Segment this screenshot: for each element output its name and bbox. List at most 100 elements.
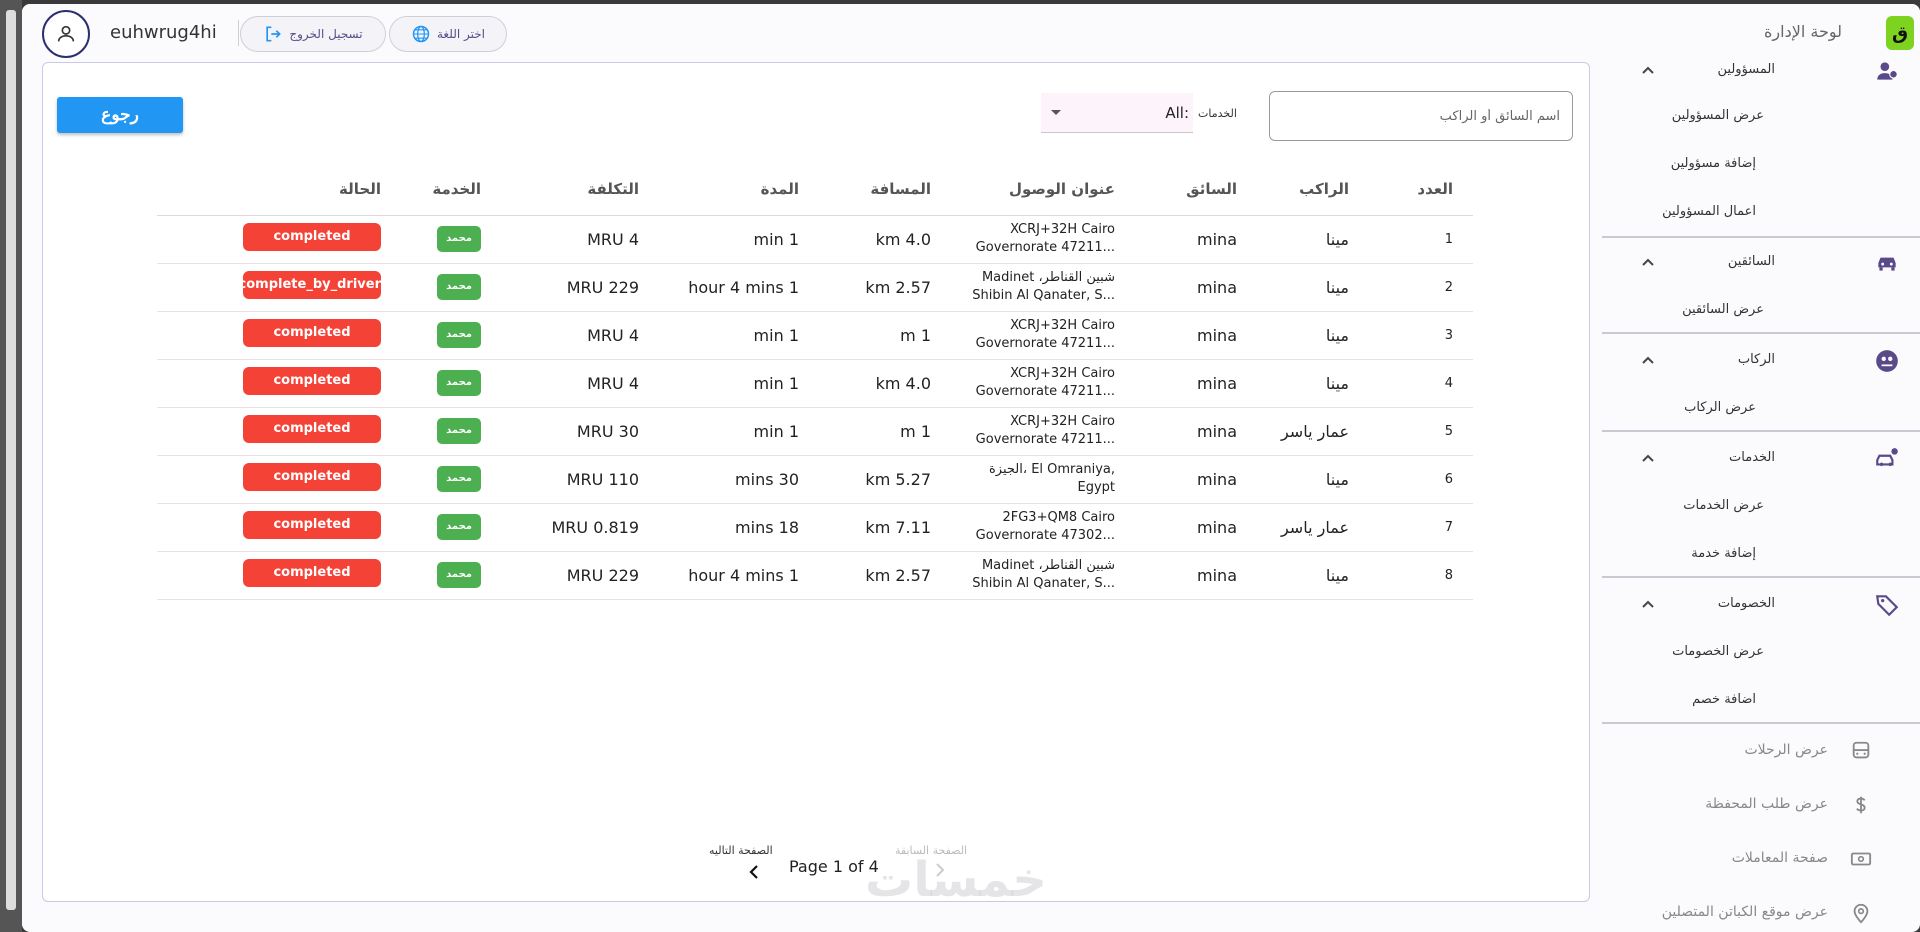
sidebar-item-view-riders[interactable]: عرض الركاب	[1684, 400, 1756, 415]
logout-icon	[266, 26, 282, 42]
sidebar-section-label: الخدمات	[1729, 450, 1775, 465]
globe-icon	[412, 25, 430, 43]
admin-title: لوحة الإدارة	[1764, 22, 1842, 41]
address-line: Shibin Al Qanater, S...	[972, 576, 1115, 591]
topbar-divider	[238, 20, 239, 46]
trips-table: العدد الراكب السائق عنوان الوصول المسافة…	[157, 163, 1473, 600]
address-line: الجيزة، El Omraniya,	[988, 462, 1115, 477]
cell-cost: 4 MRU	[501, 311, 659, 360]
cell-destination: XCRJ+32H Cairo Governorate 47211...	[951, 311, 1135, 360]
table-row[interactable]: 4 مينا mina XCRJ+32H Cairo Governorate 47211…	[157, 359, 1473, 408]
sidebar-section-label: المسؤولين	[1717, 62, 1775, 77]
user-avatar[interactable]	[42, 10, 90, 58]
table-header-row: العدد الراكب السائق عنوان الوصول المسافة…	[157, 163, 1473, 216]
sidebar-item-captain-locations[interactable]: عرض موقع الكباتن المتصلين	[1602, 894, 1920, 932]
cell-index: 8	[1369, 551, 1473, 600]
cell-distance: 4.0 km	[819, 215, 951, 264]
cash-icon	[1850, 852, 1872, 866]
cell-destination: XCRJ+32H Cairo Governorate 47211...	[951, 359, 1135, 408]
table-row[interactable]: 3 مينا mina XCRJ+32H Cairo Governorate 47211…	[157, 311, 1473, 360]
cell-rider: مينا	[1257, 455, 1369, 504]
back-button[interactable]: رجوع	[57, 97, 183, 133]
cell-service: محمد	[401, 455, 501, 504]
address-line: Governorate 47211...	[975, 384, 1115, 399]
address-line: XCRJ+32H Cairo	[1010, 366, 1115, 381]
cell-index: 3	[1369, 311, 1473, 360]
sidebar-item-view-services[interactable]: عرض الخدمات	[1683, 498, 1764, 513]
cell-status: completed	[157, 407, 401, 456]
status-badge: completed	[243, 559, 381, 587]
table-row[interactable]: 5 عمار ياسر mina XCRJ+32H Cairo Governorate …	[157, 407, 1473, 456]
address-line: 2FG3+QM8 Cairo	[1002, 510, 1115, 525]
address-line: Madinet ،شبين القناطر	[981, 558, 1115, 573]
sidebar-item-view-discounts[interactable]: عرض الخصومات	[1672, 644, 1764, 659]
table-row[interactable]: 7 عمار ياسر mina 2FG3+QM8 Cairo Governorate …	[157, 503, 1473, 552]
sidebar-item-add-service[interactable]: إضافة خدمة	[1691, 546, 1756, 561]
next-page-button[interactable]	[743, 861, 765, 883]
status-badge: completed	[243, 511, 381, 539]
sidebar-item-wallet-requests[interactable]: عرض طلب المحفظة	[1602, 786, 1920, 826]
cell-cost: 0.819 MRU	[501, 503, 659, 552]
sidebar-item-label: عرض طلب المحفظة	[1705, 796, 1828, 812]
sidebar-section-admins[interactable]: المسؤولين	[1602, 52, 1920, 92]
address-line: Shibin Al Qanater, S...	[972, 288, 1115, 303]
cell-distance: 2.57 km	[819, 551, 951, 600]
address-line: Madinet ،شبين القناطر	[981, 270, 1115, 285]
dropdown-caret-icon	[1051, 110, 1061, 115]
sidebar-item-add-admin[interactable]: إضافة مسؤولين	[1671, 156, 1756, 171]
chevron-up-icon	[1642, 356, 1654, 364]
sidebar-item-transactions[interactable]: صفحة المعاملات	[1602, 840, 1920, 880]
table-row[interactable]: 1 مينا mina XCRJ+32H Cairo Governorate 47211…	[157, 215, 1473, 264]
services-filter-select[interactable]: All:	[1041, 93, 1193, 133]
cell-duration: 18 mins	[659, 503, 819, 552]
chevron-up-icon	[1642, 600, 1654, 608]
sidebar-section-label: الخصومات	[1717, 596, 1775, 611]
sidebar-item-admin-actions[interactable]: اعمال المسؤولين	[1662, 204, 1756, 219]
service-chip: محمد	[437, 322, 481, 348]
cell-duration: 1 min	[659, 215, 819, 264]
cell-cost: 30 MRU	[501, 407, 659, 456]
header-service: الخدمة	[401, 163, 501, 216]
sidebar-item-view-admins[interactable]: عرض المسؤولين	[1672, 108, 1764, 123]
search-field[interactable]	[1269, 91, 1573, 141]
cell-service: محمد	[401, 407, 501, 456]
sidebar-item-view-drivers[interactable]: عرض السائقين	[1682, 302, 1764, 317]
chevron-up-icon	[1642, 454, 1654, 462]
sidebar-item-add-discount[interactable]: اضافة خصم	[1692, 692, 1756, 707]
language-button[interactable]: اختر اللغة	[389, 16, 507, 52]
language-label: اختر اللغة	[437, 27, 485, 41]
logout-button[interactable]: تسجيل الخروج	[240, 16, 386, 52]
sidebar-section-riders[interactable]: الركاب	[1602, 342, 1920, 382]
address-line: XCRJ+32H Cairo	[1010, 222, 1115, 237]
cell-distance: 2.57 km	[819, 263, 951, 312]
sidebar-item-label: صفحة المعاملات	[1731, 850, 1828, 866]
cell-status: complete_by_driver	[157, 263, 401, 312]
table-row[interactable]: 2 مينا mina Madinet ،شبين القناطر Shibin Al …	[157, 263, 1473, 312]
tag-icon	[1876, 595, 1899, 617]
search-input[interactable]	[1270, 92, 1572, 140]
watermark: خمسات	[865, 852, 1047, 908]
cell-distance: 1 m	[819, 407, 951, 456]
username: euhwrug4hi	[110, 22, 217, 43]
admin-icon	[1877, 62, 1898, 80]
cell-driver: mina	[1135, 551, 1257, 600]
service-chip: محمد	[437, 562, 481, 588]
service-chip: محمد	[437, 226, 481, 252]
sidebar-item-view-trips[interactable]: عرض الرحلات	[1602, 732, 1920, 772]
service-chip: محمد	[437, 514, 481, 540]
table-row[interactable]: 8 مينا mina Madinet ،شبين القناطر Shibin Al …	[157, 551, 1473, 600]
status-badge: completed	[243, 367, 381, 395]
cell-index: 6	[1369, 455, 1473, 504]
status-badge: completed	[243, 319, 381, 347]
cell-cost: 4 MRU	[501, 359, 659, 408]
sidebar-section-discounts[interactable]: الخصومات	[1602, 586, 1920, 626]
address-line: Governorate 47211...	[975, 336, 1115, 351]
service-chip: محمد	[437, 418, 481, 444]
sidebar-section-drivers[interactable]: السائقين	[1602, 244, 1920, 284]
table-row[interactable]: 6 مينا mina الجيزة، El Omraniya, Egypt 5.27 k…	[157, 455, 1473, 504]
service-chip: محمد	[437, 370, 481, 396]
sidebar-section-label: الركاب	[1737, 352, 1775, 367]
cell-service: محمد	[401, 311, 501, 360]
sidebar-section-services[interactable]: الخدمات	[1602, 440, 1920, 480]
cell-distance: 4.0 km	[819, 359, 951, 408]
